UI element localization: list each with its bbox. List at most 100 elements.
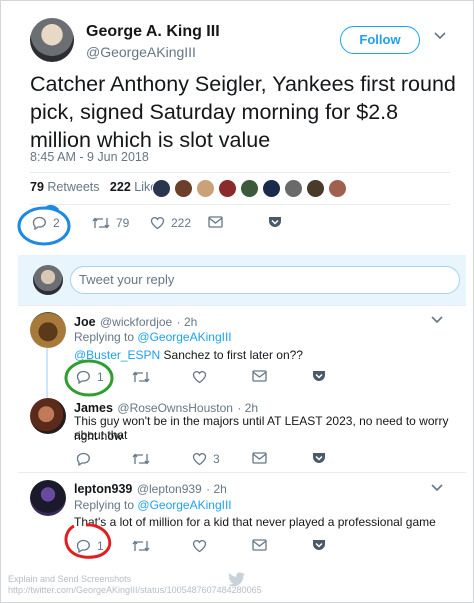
replying-to-link[interactable]: @GeorgeAKingIII (137, 498, 231, 512)
liker-avatar[interactable] (306, 179, 325, 198)
reply-author-name[interactable]: James (74, 401, 113, 415)
bookmark-action[interactable] (268, 216, 282, 228)
retweet-action[interactable] (132, 370, 150, 384)
pocket-icon (313, 540, 325, 550)
liker-avatar[interactable] (284, 179, 303, 198)
chevron-down-icon[interactable] (431, 484, 443, 492)
reply-action[interactable]: 2 (32, 216, 60, 230)
bookmark-action[interactable] (312, 452, 326, 464)
reply-author-handle[interactable]: @wickfordjoe (100, 315, 172, 329)
reply-count: 1 (97, 370, 104, 384)
reply-text: Sanchez to first later on?? (160, 348, 303, 362)
reply-author-name[interactable]: lepton939 (74, 482, 132, 496)
divider (30, 172, 450, 173)
engagement-stats: 79 Retweets 222 Likes (30, 180, 163, 194)
watermark-title: Explain and Send Screenshots (8, 574, 132, 584)
chevron-down-icon[interactable] (431, 316, 443, 324)
pocket-icon (313, 453, 325, 463)
retweet-action[interactable] (132, 452, 150, 466)
heart-icon (192, 370, 207, 384)
reply-avatar[interactable] (30, 398, 66, 434)
reply-author-handle[interactable]: @lepton939 (137, 482, 202, 496)
reply-icon (76, 539, 90, 553)
follow-button[interactable]: Follow (340, 26, 420, 54)
retweet-action[interactable]: 79 (92, 216, 129, 230)
reply-text-continued: right now (74, 429, 123, 443)
author-handle[interactable]: @GeorgeAKingIII (86, 44, 196, 60)
reply-input[interactable]: Tweet your reply (70, 266, 460, 294)
reply-time[interactable]: · 2h (177, 315, 198, 329)
heart-icon (150, 216, 165, 230)
like-count: 3 (213, 452, 220, 466)
reply-author-name[interactable]: Joe (74, 315, 96, 329)
retweets-label[interactable]: Retweets (47, 180, 99, 194)
mention-link[interactable]: @Buster_ESPN (74, 348, 160, 362)
retweet-action[interactable] (132, 539, 150, 553)
reply-action[interactable]: 1 (76, 539, 104, 553)
direct-message-action[interactable] (252, 452, 267, 464)
reply-action[interactable]: 1 (76, 370, 104, 384)
chevron-down-icon[interactable] (434, 32, 446, 40)
reply-icon (32, 216, 46, 230)
replying-to-prefix: Replying to (74, 498, 135, 512)
liker-avatar[interactable] (196, 179, 215, 198)
retweet-icon (132, 540, 150, 552)
heart-icon (192, 452, 207, 466)
retweet-icon (132, 371, 150, 383)
replying-to-prefix: Replying to (74, 330, 135, 344)
thread-connector (46, 348, 48, 400)
liker-avatar[interactable] (328, 179, 347, 198)
author-name[interactable]: George A. King III (86, 23, 220, 41)
reply-avatar[interactable] (30, 312, 66, 348)
divider (18, 305, 466, 306)
retweet-icon (92, 217, 110, 229)
like-action[interactable]: 222 (150, 216, 191, 230)
reply-avatar[interactable] (30, 480, 66, 516)
tweet-header: George A. King III @GeorgeAKingIII Follo… (30, 18, 450, 70)
reply-time[interactable]: · 2h (237, 401, 258, 415)
envelope-icon (252, 539, 267, 551)
twitter-bird-icon (228, 572, 246, 586)
reply-action[interactable] (76, 452, 91, 466)
divider (30, 204, 450, 205)
liker-avatar[interactable] (152, 179, 171, 198)
reply-icon (76, 452, 90, 466)
liker-avatar[interactable] (174, 179, 193, 198)
retweet-icon (132, 453, 150, 465)
reply-author-handle[interactable]: @RoseOwnsHouston (117, 401, 233, 415)
like-count: 222 (171, 216, 192, 230)
reply-count: 1 (97, 539, 104, 553)
reply-actions: 1 (76, 539, 336, 559)
bookmark-action[interactable] (312, 370, 326, 382)
user-avatar (33, 265, 63, 295)
like-action[interactable] (192, 370, 207, 384)
reply-text: That's a lot of million for a kid that n… (74, 515, 436, 529)
direct-message-action[interactable] (252, 370, 267, 382)
envelope-icon (208, 216, 223, 228)
like-action[interactable]: 3 (192, 452, 220, 466)
retweet-count: 79 (116, 216, 130, 230)
watermark-url: http://twitter.com/GeorgeAKingIII/status… (8, 585, 262, 595)
tweet-text: Catcher Anthony Seigler, Yankees first r… (30, 72, 456, 152)
likes-count[interactable]: 222 (110, 180, 131, 194)
envelope-icon (252, 452, 267, 464)
tweet-timestamp[interactable]: 8:45 AM - 9 Jun 2018 (30, 150, 149, 164)
reply-count: 2 (53, 216, 60, 230)
liker-avatar[interactable] (218, 179, 237, 198)
envelope-icon (252, 370, 267, 382)
pocket-icon (269, 217, 281, 227)
replying-to-link[interactable]: @GeorgeAKingIII (137, 330, 231, 344)
screenshot-watermark: Explain and Send Screenshots http://twit… (8, 574, 262, 596)
liker-avatars (152, 179, 350, 199)
author-avatar[interactable] (30, 18, 74, 62)
direct-message-action[interactable] (252, 539, 267, 551)
reply-actions: 3 (76, 452, 336, 472)
reply-icon (76, 370, 90, 384)
direct-message-action[interactable] (208, 216, 223, 228)
reply-time[interactable]: · 2h (206, 482, 227, 496)
retweets-count[interactable]: 79 (30, 180, 44, 194)
liker-avatar[interactable] (240, 179, 259, 198)
liker-avatar[interactable] (262, 179, 281, 198)
bookmark-action[interactable] (312, 539, 326, 551)
like-action[interactable] (192, 539, 207, 553)
